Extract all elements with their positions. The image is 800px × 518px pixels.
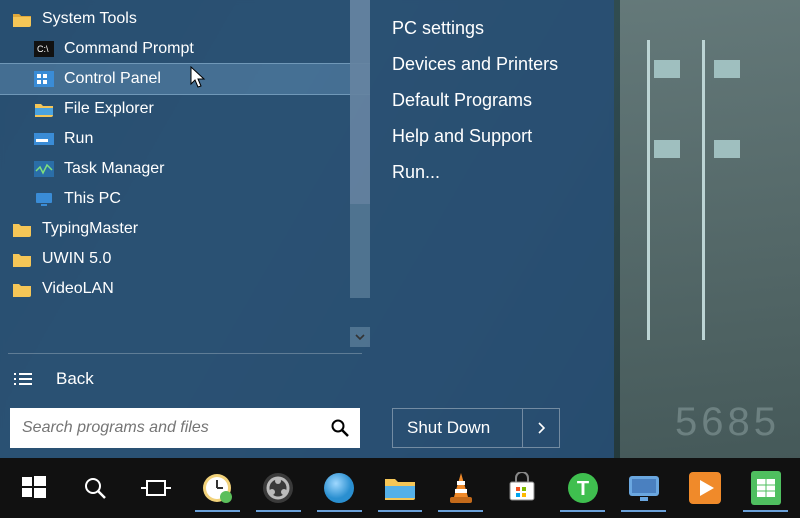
start-menu-right-pane: PC settings Devices and Printers Default… bbox=[370, 0, 614, 458]
green-t-icon: T bbox=[566, 471, 600, 505]
programs-folder-label: TypingMaster bbox=[42, 220, 360, 238]
taskbar-app-sheets[interactable] bbox=[737, 462, 794, 514]
taskbar-app-obs[interactable] bbox=[250, 462, 307, 514]
programs-folder-uwin[interactable]: UWIN 5.0 bbox=[0, 244, 370, 274]
file-explorer-icon bbox=[34, 99, 54, 119]
task-manager-icon bbox=[34, 159, 54, 179]
svg-text:T: T bbox=[577, 478, 589, 500]
cmd-icon: C:\ bbox=[34, 39, 54, 59]
taskbar-app-media[interactable] bbox=[676, 462, 733, 514]
search-button[interactable] bbox=[67, 462, 124, 514]
program-label: Run bbox=[64, 130, 360, 148]
quicklink-help-support[interactable]: Help and Support bbox=[392, 118, 614, 154]
chevron-down-icon bbox=[355, 332, 365, 342]
quicklink-label: Help and Support bbox=[392, 126, 532, 147]
obs-icon bbox=[261, 471, 295, 505]
quicklink-label: Default Programs bbox=[392, 90, 532, 111]
task-view-button[interactable] bbox=[128, 462, 185, 514]
taskbar-app-store[interactable] bbox=[493, 462, 550, 514]
wallpaper-watermark: 5685 bbox=[675, 400, 780, 445]
back-button[interactable]: Back bbox=[0, 360, 370, 398]
folder-icon bbox=[12, 219, 32, 239]
start-button[interactable] bbox=[6, 462, 63, 514]
programs-folder-label: System Tools bbox=[42, 10, 360, 28]
programs-list: System Tools C:\ Command Prompt Control … bbox=[0, 0, 370, 347]
programs-folder-label: VideoLAN bbox=[42, 280, 360, 298]
programs-folder-system-tools[interactable]: System Tools bbox=[0, 4, 370, 34]
shutdown-button-group: Shut Down bbox=[392, 408, 560, 448]
programs-folder-typingmaster[interactable]: TypingMaster bbox=[0, 214, 370, 244]
program-task-manager[interactable]: Task Manager bbox=[0, 154, 370, 184]
search-container bbox=[0, 398, 370, 458]
programs-scrollbar-thumb[interactable] bbox=[350, 0, 370, 204]
vlc-icon bbox=[446, 471, 476, 505]
quicklink-devices-printers[interactable]: Devices and Printers bbox=[392, 46, 614, 82]
divider bbox=[8, 353, 362, 354]
program-label: This PC bbox=[64, 190, 360, 208]
programs-folder-label: UWIN 5.0 bbox=[42, 250, 360, 268]
magnifier-icon bbox=[82, 475, 108, 501]
start-menu-left-pane: System Tools C:\ Command Prompt Control … bbox=[0, 0, 370, 458]
taskbar: T bbox=[0, 458, 800, 518]
taskbar-app-clock[interactable] bbox=[189, 462, 246, 514]
search-input[interactable] bbox=[10, 408, 320, 448]
folder-icon bbox=[12, 9, 32, 29]
back-label: Back bbox=[56, 369, 94, 389]
shutdown-button[interactable]: Shut Down bbox=[393, 409, 523, 447]
spreadsheet-icon bbox=[751, 471, 781, 505]
program-control-panel[interactable]: Control Panel bbox=[0, 64, 370, 94]
folder-icon bbox=[12, 279, 32, 299]
taskbar-app-green-t[interactable]: T bbox=[554, 462, 611, 514]
quicklink-run[interactable]: Run... bbox=[392, 154, 614, 190]
program-label: Task Manager bbox=[64, 160, 360, 178]
shutdown-options-button[interactable] bbox=[523, 409, 559, 447]
taskbar-file-explorer[interactable] bbox=[372, 462, 429, 514]
store-icon bbox=[506, 472, 538, 504]
task-view-icon bbox=[141, 476, 171, 500]
shutdown-label: Shut Down bbox=[407, 418, 490, 438]
program-label: Command Prompt bbox=[64, 40, 360, 58]
search-box[interactable] bbox=[10, 408, 360, 448]
program-this-pc[interactable]: This PC bbox=[0, 184, 370, 214]
file-explorer-icon bbox=[383, 474, 417, 502]
media-player-icon bbox=[689, 472, 721, 504]
remote-desktop-icon bbox=[626, 473, 662, 503]
programs-folder-videolan[interactable]: VideoLAN bbox=[0, 274, 370, 304]
quicklink-label: PC settings bbox=[392, 18, 484, 39]
program-label: Control Panel bbox=[64, 70, 360, 88]
chevron-right-icon bbox=[537, 422, 545, 434]
clock-app-icon bbox=[200, 471, 234, 505]
program-file-explorer[interactable]: File Explorer bbox=[0, 94, 370, 124]
blue-circle-icon bbox=[322, 471, 356, 505]
folder-icon bbox=[12, 249, 32, 269]
program-label: File Explorer bbox=[64, 100, 360, 118]
control-panel-icon bbox=[34, 69, 54, 89]
windows-logo-icon bbox=[20, 474, 48, 502]
taskbar-app-blueorb[interactable] bbox=[311, 462, 368, 514]
quicklink-default-programs[interactable]: Default Programs bbox=[392, 82, 614, 118]
program-command-prompt[interactable]: C:\ Command Prompt bbox=[0, 34, 370, 64]
start-menu: System Tools C:\ Command Prompt Control … bbox=[0, 0, 614, 458]
this-pc-icon bbox=[34, 189, 54, 209]
program-run[interactable]: Run bbox=[0, 124, 370, 154]
list-icon bbox=[14, 372, 34, 386]
taskbar-app-vlc[interactable] bbox=[432, 462, 489, 514]
search-icon[interactable] bbox=[320, 418, 360, 438]
svg-text:C:\: C:\ bbox=[37, 44, 49, 54]
quicklink-label: Run... bbox=[392, 162, 440, 183]
quicklink-label: Devices and Printers bbox=[392, 54, 558, 75]
programs-scrollbar-track[interactable] bbox=[350, 0, 370, 298]
run-icon bbox=[34, 129, 54, 149]
taskbar-app-remote[interactable] bbox=[615, 462, 672, 514]
programs-scroll-down[interactable] bbox=[350, 327, 370, 347]
quicklink-pc-settings[interactable]: PC settings bbox=[392, 10, 614, 46]
